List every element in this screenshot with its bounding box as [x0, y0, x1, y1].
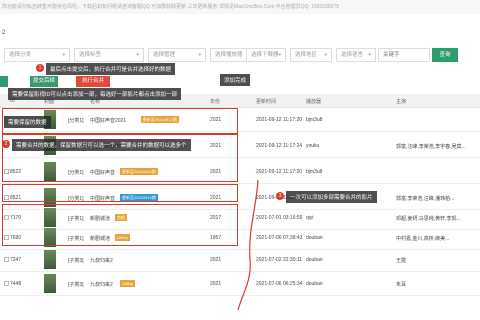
- submit-followup-button[interactable]: 提交后续: [30, 76, 58, 87]
- filter-bar: 选择分类▾ 选择标签▾ 选择管理▾ 选择播放器▾ 选择下载器▾ 选择地区▾ 选择…: [0, 48, 480, 64]
- execute-merge-button[interactable]: 执行合并: [76, 76, 110, 87]
- download-select[interactable]: 选择下载器 ▾: [246, 48, 286, 62]
- note-keep-data: 需要保留的数据: [4, 116, 51, 128]
- row-actors: 邓超,姜妍,马思纯,黄轩,李凯...: [396, 216, 461, 222]
- row-player: bjm3u8: [306, 117, 323, 123]
- chevron-down-icon: ▾: [324, 52, 327, 58]
- header-actors: 主演: [396, 99, 407, 105]
- row-update-time: 2021-09-12 11:17:24: [256, 143, 303, 149]
- row-id: 7247: [10, 257, 22, 263]
- row-id: 7448: [10, 281, 22, 287]
- annotation-arrow: [237, 179, 259, 311]
- note-merge-data: 需要合并的数据，保留数据只可以选一个，需要合并的数据可以选多个: [12, 139, 191, 151]
- area-select[interactable]: 选择地区 ▾: [290, 48, 332, 62]
- chevron-down-icon: ▾: [62, 52, 65, 58]
- download-select-label: 选择下载器: [251, 52, 279, 58]
- row-checkbox[interactable]: [4, 257, 9, 262]
- note-keep-id: 需要保留影视ID可以点击添加一部，每选好一部影片都点击添加一部: [8, 88, 182, 100]
- row-year: 2021: [210, 257, 222, 263]
- page-number: 2: [2, 30, 6, 36]
- row-actors: 郭富,汪峰,李荣浩,李宇春,吴莫...: [396, 144, 466, 150]
- note-multi-merge: 一次可以添加多部需要合并的影片: [286, 191, 377, 203]
- row-category[interactable]: [子类3]: [68, 281, 84, 288]
- row-title[interactable]: 九叔归来2: [90, 257, 113, 264]
- progress-select-label: 选择管理: [153, 52, 176, 58]
- row-update-time: 2021-09-12 11:17:20: [256, 117, 303, 123]
- row-player: douban: [306, 281, 323, 287]
- step-number-1: 1: [36, 64, 44, 72]
- header-time: 更新时间: [256, 99, 277, 105]
- chevron-down-icon: ▾: [136, 52, 139, 58]
- row-title[interactable]: 九叔归来2: [90, 281, 113, 288]
- row-actors: 郭富,李荣浩,汪峰,潘玮柏...: [396, 196, 455, 202]
- chevron-down-icon: ▾: [198, 52, 201, 58]
- poster-thumbnail: [44, 274, 56, 293]
- progress-select[interactable]: 选择管理 ▾: [148, 48, 206, 62]
- row-actors: 朱耳: [396, 282, 407, 288]
- row-player: douban: [306, 257, 323, 263]
- lang-select-label: 选择语言: [341, 52, 364, 58]
- left-action-button[interactable]: [0, 76, 8, 87]
- row-player: youku: [306, 143, 320, 149]
- header-year: 年份: [210, 99, 221, 105]
- keyword-input[interactable]: [378, 48, 430, 62]
- player-select-label: 选择播放器: [215, 52, 243, 58]
- note-step1: 最后点击提交后，执行合并可是合并选择好的数据: [46, 63, 176, 75]
- row-year: 2021: [210, 281, 222, 287]
- notice-bar: 改功能请勿私自转售可能存在风险，下载后如有问题请咨询客服QQ 可加群获取更新 三…: [0, 0, 480, 14]
- row-actors: 王霆: [396, 258, 407, 264]
- step-number-2: 2: [2, 140, 10, 148]
- row-category[interactable]: [子类3]: [68, 257, 84, 264]
- status-badge: 1080p: [120, 280, 136, 287]
- header-player: 播放器: [306, 99, 322, 105]
- tag-select-label: 选择标签: [79, 52, 102, 58]
- row-checkbox[interactable]: [4, 281, 9, 286]
- tag-select[interactable]: 选择标签 ▾: [74, 48, 144, 62]
- chevron-down-icon: ▾: [278, 52, 281, 58]
- poster-thumbnail: [44, 250, 56, 269]
- merge-highlight-box-3: [2, 204, 238, 246]
- merge-highlight-box-2: [2, 184, 238, 202]
- category-select[interactable]: 选择分类 ▾: [4, 48, 70, 62]
- area-select-label: 选择地区: [295, 52, 318, 58]
- category-select-label: 选择分类: [9, 52, 32, 58]
- row-player: bjm3u8: [306, 169, 323, 175]
- row-player: douban: [306, 235, 323, 241]
- row-actors: 中村嘉,金川,高桥,麻美...: [396, 236, 450, 242]
- note-add-done: 添加完成: [220, 74, 251, 86]
- chevron-down-icon: ▾: [368, 52, 371, 58]
- lang-select[interactable]: 选择语言 ▾: [336, 48, 376, 62]
- notice-text: 改功能请勿私自转售可能存在风险，下载后如有问题请咨询客服QQ 可加群获取更新 三…: [2, 4, 339, 10]
- search-button[interactable]: 查询: [432, 48, 458, 62]
- row-player: qiyi: [306, 215, 314, 221]
